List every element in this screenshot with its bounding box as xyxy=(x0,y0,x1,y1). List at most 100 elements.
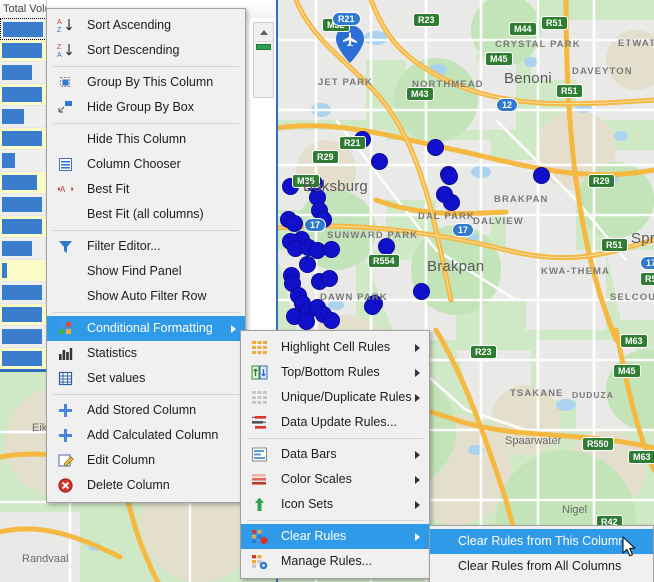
road-shield: R51 xyxy=(640,272,654,286)
table-row[interactable] xyxy=(0,62,47,84)
map-marker[interactable] xyxy=(427,139,444,156)
column-context-menu[interactable]: A Z Sort Ascending Z A Sort Descending Group B… xyxy=(46,8,246,503)
plus-icon xyxy=(57,427,74,444)
table-row[interactable] xyxy=(0,40,47,62)
menu-item-group-by-this-column[interactable]: Group By This Column xyxy=(47,70,245,95)
menu-item-data-bars[interactable]: Data Bars xyxy=(241,442,429,467)
map-marker[interactable] xyxy=(441,168,458,185)
table-row[interactable] xyxy=(0,128,47,150)
menu-item-sort-descending[interactable]: Z A Sort Descending xyxy=(47,38,245,63)
road-shield: R51 xyxy=(556,84,583,98)
menu-item-top-bottom-rules[interactable]: Top/Bottom Rules xyxy=(241,360,429,385)
map-marker[interactable] xyxy=(286,215,303,232)
table-row[interactable] xyxy=(0,326,47,348)
menu-item-best-fit[interactable]: A Best Fit xyxy=(47,177,245,202)
vertical-scrollbar[interactable] xyxy=(253,22,274,98)
table-row[interactable] xyxy=(0,304,47,326)
table-row[interactable] xyxy=(0,150,47,172)
menu-item-add-stored-column[interactable]: Add Stored Column xyxy=(47,398,245,423)
edit-pencil-icon xyxy=(57,452,74,469)
unique-duplicate-rules-icon xyxy=(251,389,268,406)
data-bar xyxy=(2,65,32,80)
menu-item-set-values[interactable]: Set values xyxy=(47,366,245,391)
table-row[interactable] xyxy=(0,216,47,238)
data-bars-icon xyxy=(251,446,268,463)
menu-item-clear-rules-from-this-column[interactable]: Clear Rules from This Column xyxy=(430,529,653,554)
table-row[interactable] xyxy=(0,18,47,40)
scroll-up-button[interactable] xyxy=(254,23,273,42)
map-marker[interactable] xyxy=(378,238,395,255)
map-marker[interactable] xyxy=(413,283,430,300)
map-marker[interactable] xyxy=(321,270,338,287)
menu-separator xyxy=(53,66,239,67)
map-marker[interactable] xyxy=(371,153,388,170)
menu-item-best-fit-all-columns[interactable]: Best Fit (all columns) xyxy=(47,202,245,227)
road-shield: M45 xyxy=(485,52,513,66)
menu-item-statistics[interactable]: Statistics xyxy=(47,341,245,366)
road-shield: M63 xyxy=(620,334,648,348)
table-row[interactable] xyxy=(0,172,47,194)
menu-separator xyxy=(53,394,239,395)
map-marker[interactable] xyxy=(364,298,381,315)
table-row[interactable] xyxy=(0,84,47,106)
road-shield: R23 xyxy=(470,345,497,359)
road-shield: R550 xyxy=(582,437,614,451)
table-row[interactable] xyxy=(0,194,47,216)
menu-item-filter-editor[interactable]: Filter Editor... xyxy=(47,234,245,259)
data-bar xyxy=(2,263,7,278)
conditional-formatting-submenu[interactable]: Highlight Cell Rules Top/Bottom Rules Uniq… xyxy=(240,330,430,579)
menu-item-column-chooser[interactable]: Column Chooser xyxy=(47,152,245,177)
menu-item-add-calculated-column[interactable]: Add Calculated Column xyxy=(47,423,245,448)
chevron-right-icon xyxy=(415,369,420,377)
menu-item-sort-ascending[interactable]: A Z Sort Ascending xyxy=(47,13,245,38)
map-marker[interactable] xyxy=(323,241,340,258)
chevron-right-icon xyxy=(415,344,420,352)
road-shield: R51 xyxy=(601,238,628,252)
clear-rules-submenu[interactable]: Clear Rules from This Column Clear Rules … xyxy=(429,525,654,582)
menu-item-clear-rules[interactable]: Clear Rules xyxy=(241,524,429,549)
sort-ascending-icon: AZ xyxy=(57,17,74,34)
menu-item-hide-group-by-box[interactable]: Hide Group By Box xyxy=(47,95,245,120)
data-bar xyxy=(2,307,42,322)
menu-item-label: Color Scales xyxy=(281,472,352,486)
data-bar xyxy=(2,109,24,124)
road-shield: 17 xyxy=(452,223,475,237)
map-marker[interactable] xyxy=(436,186,453,203)
menu-item-delete-column[interactable]: Delete Column xyxy=(47,473,245,498)
menu-separator xyxy=(247,438,423,439)
menu-item-label: Hide This Column xyxy=(87,132,187,146)
table-row[interactable] xyxy=(0,238,47,260)
menu-item-clear-rules-from-all-columns[interactable]: Clear Rules from All Columns xyxy=(430,554,653,579)
menu-item-hide-this-column[interactable]: Hide This Column xyxy=(47,127,245,152)
menu-item-show-auto-filter-row[interactable]: Show Auto Filter Row xyxy=(47,284,245,309)
menu-item-manage-rules[interactable]: Manage Rules... xyxy=(241,549,429,574)
table-row[interactable] xyxy=(0,282,47,304)
menu-item-show-find-panel[interactable]: Show Find Panel xyxy=(47,259,245,284)
table-row[interactable] xyxy=(0,260,47,282)
table-row[interactable] xyxy=(0,106,47,128)
menu-item-color-scales[interactable]: Color Scales xyxy=(241,467,429,492)
map-marker[interactable] xyxy=(323,312,340,329)
road-shield: 17 xyxy=(304,218,327,232)
column-header-total-volume[interactable]: Total Volu xyxy=(0,0,47,18)
data-bar xyxy=(2,153,15,168)
menu-item-label: Manage Rules... xyxy=(281,554,373,568)
menu-separator xyxy=(53,230,239,231)
menu-item-label: Sort Descending xyxy=(87,43,180,57)
statistics-icon xyxy=(57,345,74,362)
map-marker[interactable] xyxy=(298,313,315,330)
menu-item-highlight-cell-rules[interactable]: Highlight Cell Rules xyxy=(241,335,429,360)
clear-rules-icon xyxy=(251,528,268,545)
menu-item-unique-duplicate-rules[interactable]: Unique/Duplicate Rules xyxy=(241,385,429,410)
menu-item-conditional-formatting[interactable]: Conditional Formatting xyxy=(47,316,245,341)
menu-separator xyxy=(247,520,423,521)
scroll-thumb[interactable] xyxy=(256,44,271,50)
table-row[interactable] xyxy=(0,348,47,370)
data-bar xyxy=(2,175,37,190)
menu-item-edit-column[interactable]: Edit Column xyxy=(47,448,245,473)
map-marker[interactable] xyxy=(299,256,316,273)
map-marker[interactable] xyxy=(533,167,550,184)
menu-item-icon-sets[interactable]: Icon Sets xyxy=(241,492,429,517)
delete-x-icon xyxy=(57,477,74,494)
menu-item-data-update-rules[interactable]: Data Update Rules... xyxy=(241,410,429,435)
